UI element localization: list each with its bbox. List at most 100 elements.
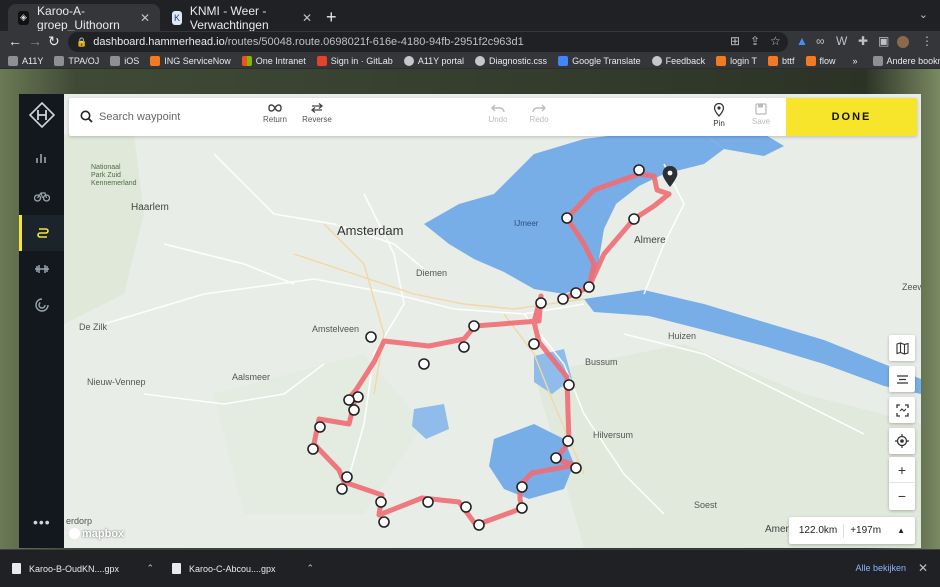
bookmark-a11y-portal[interactable]: A11Y portal [403, 55, 464, 66]
waypoint[interactable] [314, 421, 326, 433]
bookmark-bttf[interactable]: bttf [768, 55, 795, 66]
waypoint[interactable] [516, 502, 528, 514]
waypoint[interactable] [562, 435, 574, 447]
map-pin-icon [713, 103, 725, 117]
reverse-button[interactable]: Reverse [299, 103, 335, 124]
map-canvas[interactable] [64, 94, 921, 548]
more-icon[interactable]: ••• [33, 514, 51, 530]
show-all-downloads-link[interactable]: Alle bekijken [855, 563, 906, 573]
waypoint[interactable] [516, 481, 528, 493]
tab-karoo[interactable]: ◈ Karoo-A-groep_Uithoorn ✕ [8, 4, 160, 32]
forward-icon[interactable]: → [28, 33, 42, 49]
waypoint[interactable] [557, 293, 569, 305]
bookmark-ing[interactable]: ING ServiceNow [150, 55, 231, 66]
profile-avatar[interactable] [897, 36, 909, 48]
undo-button[interactable]: Undo [480, 103, 516, 124]
waypoint[interactable] [341, 471, 353, 483]
waypoint[interactable] [418, 358, 430, 370]
waypoint[interactable] [378, 516, 390, 528]
waypoint[interactable] [458, 341, 470, 353]
waypoint[interactable] [348, 404, 360, 416]
bookmark-diagnostic[interactable]: Diagnostic.css [475, 55, 547, 66]
route-options-button[interactable] [889, 366, 915, 392]
bookmark-translate[interactable]: Google Translate [558, 55, 641, 66]
browser-tab-bar: ◈ Karoo-A-groep_Uithoorn ✕ K KNMI - Weer… [0, 0, 940, 32]
mapbox-attribution[interactable]: mapbox [69, 528, 124, 540]
close-tab-icon[interactable]: ✕ [140, 11, 150, 25]
route-map[interactable]: Haarlem Amsterdam IJmeer Almere Diemen A… [64, 94, 921, 548]
reload-icon[interactable]: ↻ [48, 33, 60, 50]
other-bookmarks[interactable]: Andere bookmarks [872, 55, 940, 66]
pin-button[interactable]: Pin [701, 103, 737, 128]
tab-knmi[interactable]: K KNMI - Weer - Verwachtingen ✕ [162, 4, 322, 32]
waypoint[interactable] [570, 462, 582, 474]
bookmark-feedback[interactable]: Feedback [651, 55, 705, 66]
waypoint[interactable] [468, 320, 480, 332]
waypoint[interactable] [375, 496, 387, 508]
close-shelf-icon[interactable]: ✕ [918, 561, 928, 575]
zoom-out-button[interactable]: − [889, 483, 915, 509]
install-icon[interactable]: ⊞ [730, 34, 740, 48]
sidebar-item-integrations[interactable] [19, 287, 64, 323]
return-label: Return [262, 115, 287, 124]
bookmarks-overflow[interactable]: » [853, 56, 858, 66]
extension-w-icon[interactable]: W [836, 34, 847, 48]
bookmark-star-icon[interactable]: ☆ [770, 34, 781, 48]
waypoint[interactable] [550, 452, 562, 464]
waypoint[interactable] [583, 281, 595, 293]
waypoint[interactable] [343, 394, 355, 406]
sidebar-item-rides[interactable] [19, 178, 64, 214]
back-icon[interactable]: ← [8, 33, 22, 49]
chevron-up-icon[interactable]: ▲ [897, 526, 905, 535]
extension-glasses-icon[interactable]: ∞ [816, 34, 825, 48]
sidebar-item-routes[interactable] [19, 215, 64, 251]
waypoint[interactable] [561, 212, 573, 224]
locate-me-button[interactable] [889, 428, 915, 454]
hammerhead-logo-icon[interactable] [29, 102, 55, 128]
waypoint[interactable] [633, 164, 645, 176]
sidepanel-icon[interactable]: ▣ [878, 34, 889, 48]
bookmark-ios[interactable]: iOS [110, 55, 139, 66]
new-tab-button[interactable]: + [326, 7, 337, 28]
tab-search-icon[interactable]: ⌄ [919, 8, 928, 21]
bookmark-intranet[interactable]: One Intranet [241, 55, 306, 66]
waypoint[interactable] [365, 331, 377, 343]
extension-triangle-icon[interactable]: ▲ [796, 34, 808, 48]
map-layers-button[interactable] [889, 335, 915, 361]
fit-route-button[interactable] [889, 397, 915, 423]
browser-menu-icon[interactable]: ⋮ [921, 34, 933, 48]
chevron-up-icon[interactable]: ⌃ [306, 563, 314, 574]
waypoint[interactable] [563, 379, 575, 391]
chevron-up-icon[interactable]: ⌃ [146, 563, 154, 574]
route-stats[interactable]: 122.0km +197m ▲ [788, 517, 915, 544]
waypoint[interactable] [307, 443, 319, 455]
download-item[interactable]: Karoo-C-Abcou....gpx ⌃ [172, 563, 314, 574]
bookmark-a11y[interactable]: A11Y [8, 55, 43, 66]
close-tab-icon[interactable]: ✕ [302, 11, 312, 25]
zoom-in-button[interactable]: + [889, 457, 915, 483]
waypoint[interactable] [535, 297, 547, 309]
waypoint[interactable] [336, 483, 348, 495]
return-button[interactable]: Return [257, 103, 293, 124]
bookmark-tpa[interactable]: TPA/OJ [54, 55, 99, 66]
waypoint[interactable] [422, 496, 434, 508]
extensions-puzzle-icon[interactable]: ✚ [858, 34, 868, 48]
bookmark-login[interactable]: login T [716, 55, 757, 66]
done-button[interactable]: DONE [786, 98, 917, 136]
waypoint[interactable] [628, 213, 640, 225]
search-waypoint-input[interactable] [99, 107, 239, 127]
waypoint[interactable] [473, 519, 485, 531]
save-button[interactable]: Save [743, 103, 779, 126]
bookmark-flow[interactable]: flow [805, 55, 836, 66]
redo-button[interactable]: Redo [521, 103, 557, 124]
bookmark-gitlab[interactable]: Sign in · GitLab [316, 55, 393, 66]
waypoint[interactable] [570, 287, 582, 299]
download-item[interactable]: Karoo-B-OudKN....gpx ⌃ [12, 563, 154, 574]
waypoint[interactable] [528, 338, 540, 350]
waypoint[interactable] [460, 501, 472, 513]
sidebar-item-stats[interactable] [19, 140, 64, 176]
pin-label: Pin [713, 119, 725, 128]
share-icon[interactable]: ⇪ [750, 34, 760, 48]
address-bar[interactable]: 🔒 dashboard.hammerhead.io/routes/50048.r… [68, 32, 788, 52]
sidebar-item-workouts[interactable] [19, 251, 64, 287]
